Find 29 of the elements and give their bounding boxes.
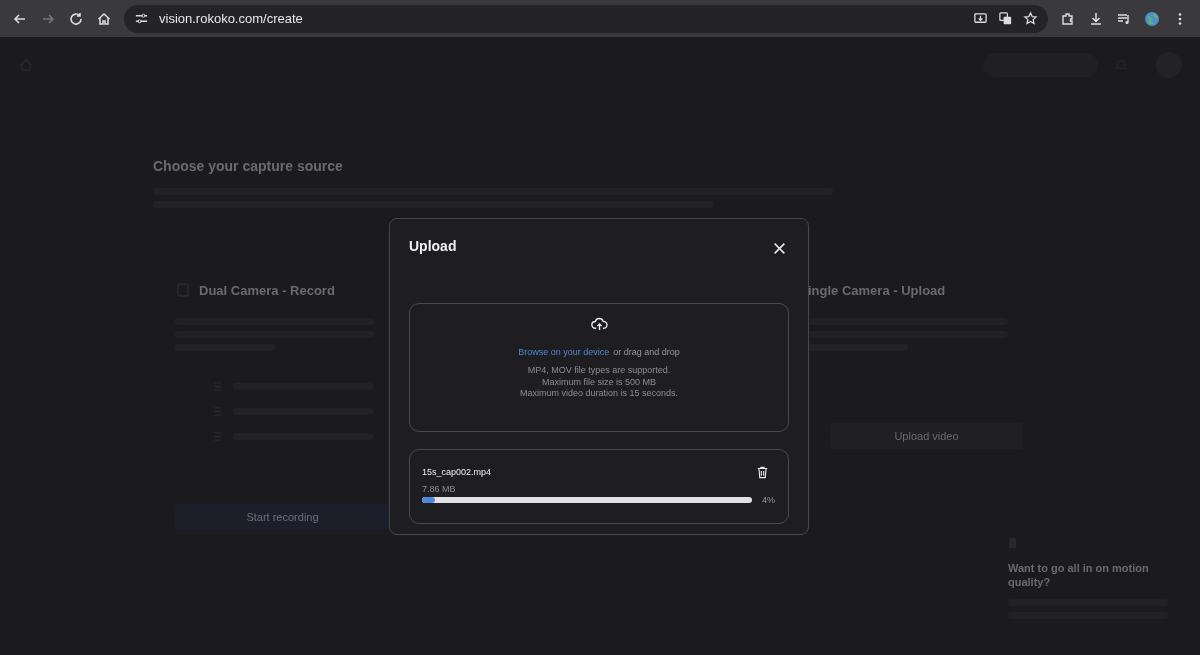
file-name: 15s_cap002.mp4 [422,467,492,477]
cloud-upload-icon [590,317,608,331]
profile-avatar-icon[interactable] [1144,10,1160,27]
info-text: MP4, MOV file types are supported. [526,365,672,377]
drag-hint: or drag and drop [613,347,680,357]
card-title: ingle Camera - Upload [808,282,946,298]
card-title: Dual Camera - Record [199,282,335,298]
promo-title: Want to go all in on motion quality? [1008,561,1150,589]
browse-link[interactable]: Browse on your device [518,347,610,357]
card-button[interactable]: Upload video [830,423,1023,449]
progress-percent: 4% [762,495,776,505]
info-text: Maximum file size is 500 MB [540,376,657,388]
card-button[interactable]: Start recording [175,504,390,530]
reload-icon[interactable] [68,10,84,27]
trash-icon[interactable] [757,465,768,479]
address-bar[interactable]: vision.rokoko.com/create [124,4,1048,33]
close-icon[interactable] [773,241,786,255]
url-text: vision.rokoko.com/create [159,11,303,26]
download-icon[interactable] [1088,10,1104,27]
file-size: 7.86 MB [422,484,457,494]
star-icon[interactable] [1023,11,1038,26]
dialog-title: Upload [409,238,457,254]
site-settings-icon[interactable] [134,11,149,26]
info-text: Maximum video duration is 15 seconds. [519,388,679,400]
drop-zone[interactable]: Browse on your device or drag and drop MP4, MOV file types are supported. Maximum file size is 500 MB Maximum video duration is 15 seconds. [409,303,789,432]
home-icon[interactable] [96,10,112,27]
page-title: Choose your capture source [153,158,344,174]
install-icon[interactable] [973,11,988,26]
extensions-icon[interactable] [1060,10,1076,27]
